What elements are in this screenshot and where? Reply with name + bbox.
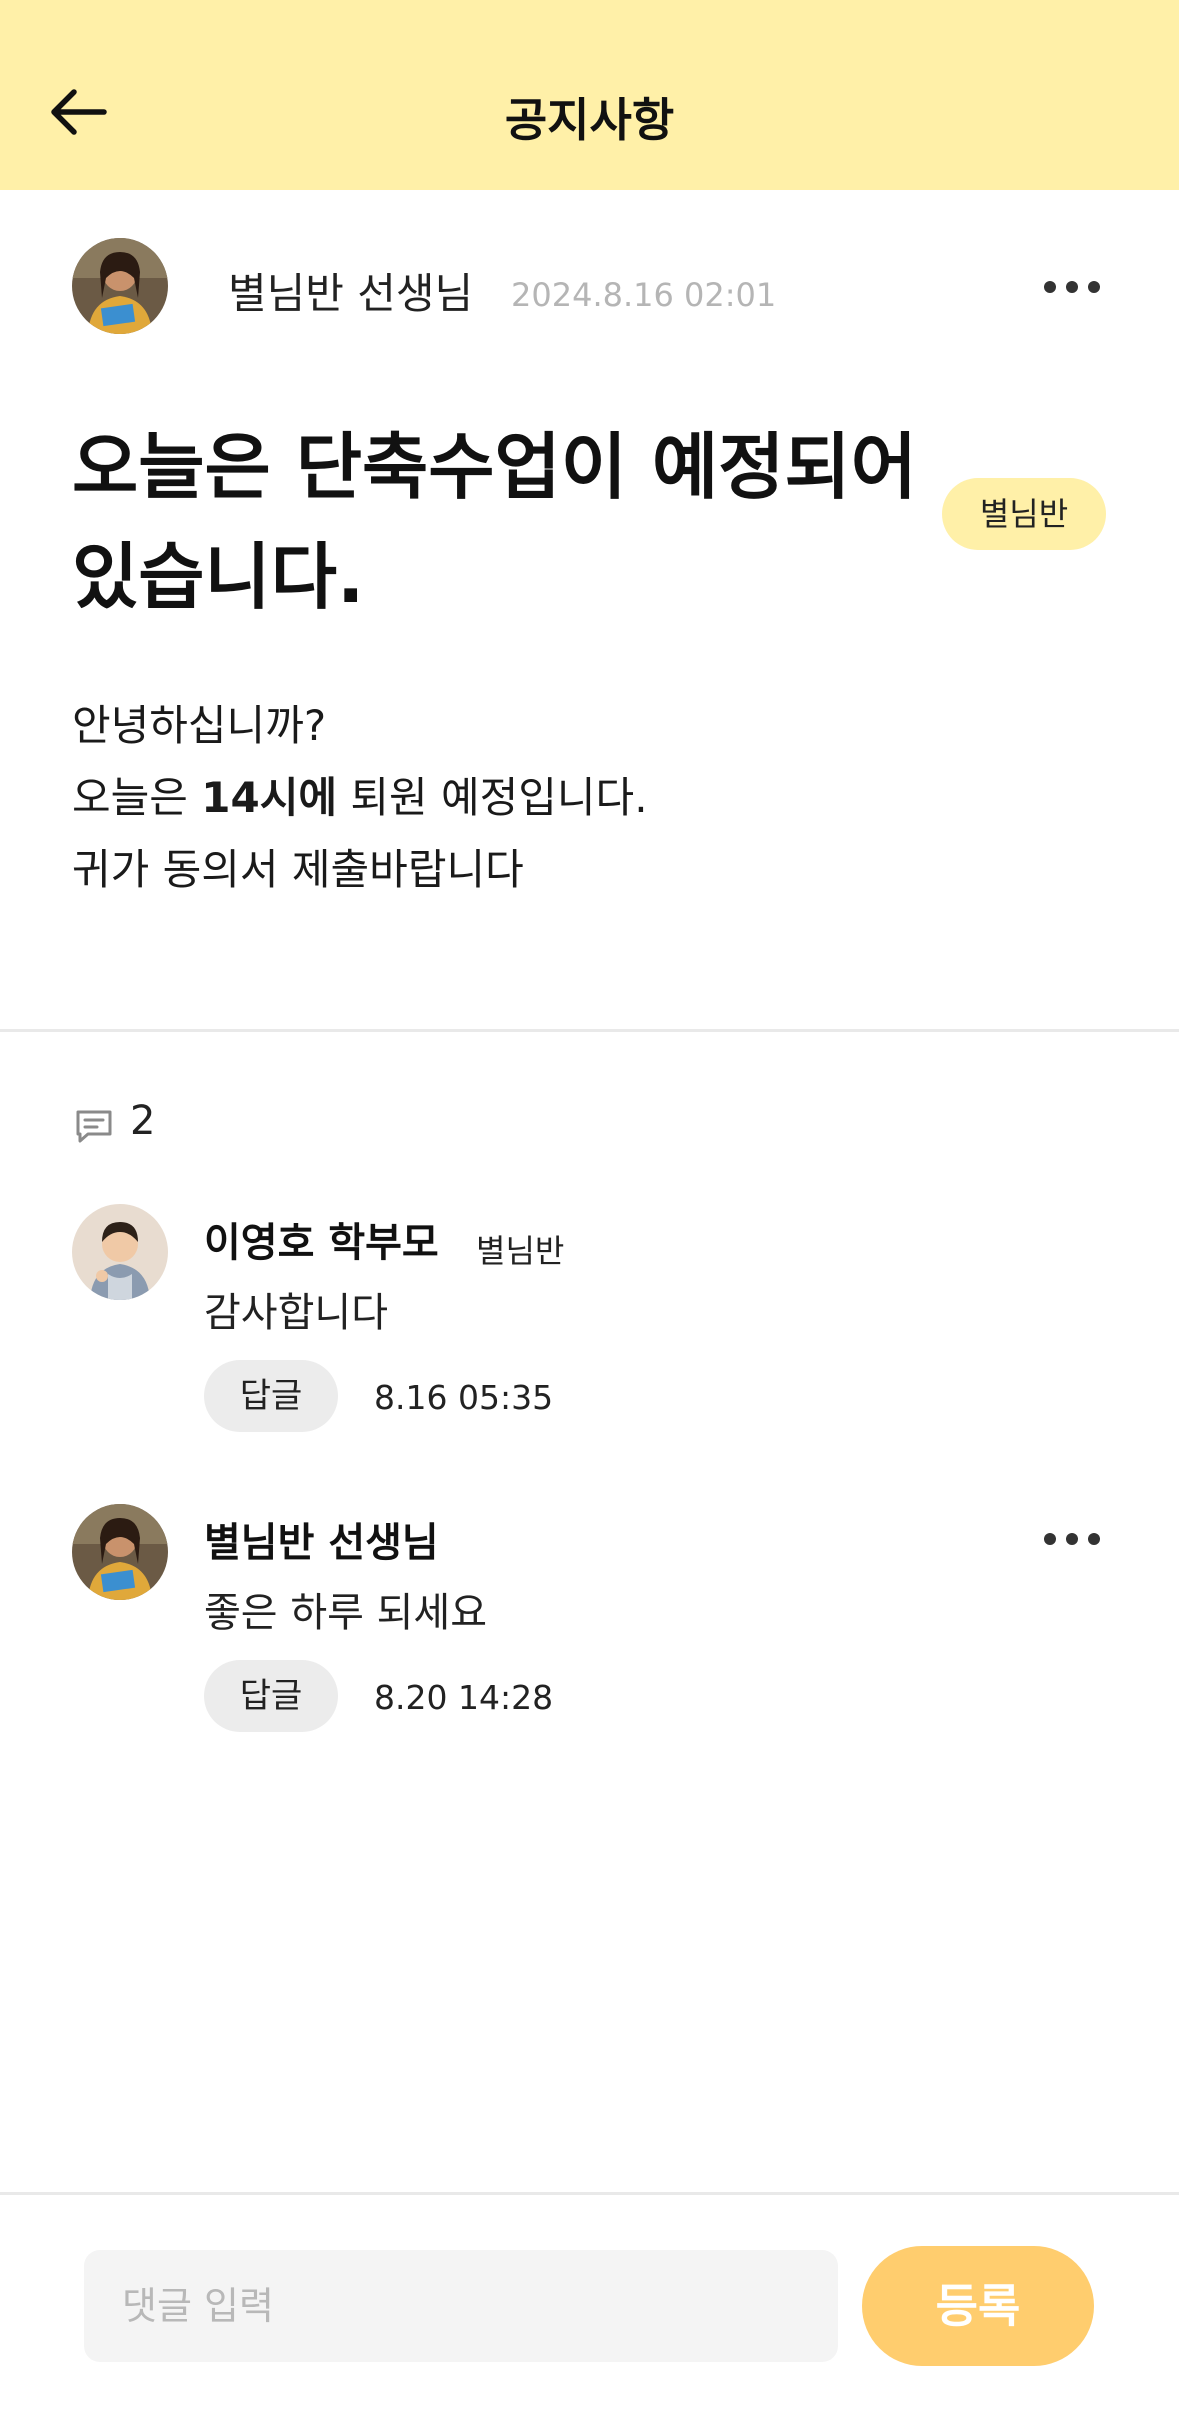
author-name: 별님반 선생님 xyxy=(228,269,474,318)
more-horizontal-icon xyxy=(1044,1533,1100,1545)
comment-count: 2 xyxy=(130,1098,156,1144)
commenter-name: 이영호 학부모 xyxy=(204,1220,439,1266)
post-body-line3: 귀가 동의서 제출바랍니다 xyxy=(72,845,524,894)
commenter-avatar[interactable] xyxy=(72,1204,168,1300)
post-body-line2-prefix: 오늘은 xyxy=(72,773,202,822)
app-header: 공지사항 xyxy=(0,0,1179,190)
comment-time: 8.20 14:28 xyxy=(374,1678,554,1717)
comment-text: 감사합니다 xyxy=(204,1290,388,1336)
reply-button[interactable]: 답글 xyxy=(204,1360,338,1432)
comment-icon xyxy=(74,1108,114,1144)
comment-more-button[interactable] xyxy=(1042,1524,1102,1554)
section-divider xyxy=(0,1029,1179,1032)
page-title: 공지사항 xyxy=(504,93,675,147)
commenter-name: 별님반 선생님 xyxy=(204,1520,439,1566)
comment-text: 좋은 하루 되세요 xyxy=(204,1590,488,1636)
post-body: 안녕하십니까? 오늘은 14시에 퇴원 예정입니다. 귀가 동의서 제출바랍니다 xyxy=(72,690,1072,906)
post-title: 오늘은 단축수업이 예정되어 있습니다. xyxy=(72,412,952,632)
comment-time: 8.16 05:35 xyxy=(374,1378,554,1417)
post-date: 2024.8.16 02:01 xyxy=(511,276,777,314)
author-avatar[interactable] xyxy=(72,238,168,334)
post-more-button[interactable] xyxy=(1042,272,1102,302)
post-title-line2: 있습니다. xyxy=(72,535,365,619)
post-body-line2: 오늘은 14시에 퇴원 예정입니다. xyxy=(72,762,1072,834)
post-body-line2-bold: 14시에 xyxy=(201,773,338,822)
submit-button[interactable]: 등록 xyxy=(862,2246,1094,2366)
input-divider xyxy=(0,2192,1179,2195)
class-badge: 별님반 xyxy=(942,478,1106,550)
post-body-line1: 안녕하십니까? xyxy=(72,701,327,750)
commenter-class: 별님반 xyxy=(476,1232,565,1270)
post-body-line2-suffix: 퇴원 예정입니다. xyxy=(337,773,648,822)
more-horizontal-icon xyxy=(1044,281,1100,293)
reply-button[interactable]: 답글 xyxy=(204,1660,338,1732)
commenter-avatar[interactable] xyxy=(72,1504,168,1600)
notice-detail-page: 공지사항 별님반 선생님 2024.8.16 02:01 오늘은 단축수업이 예… xyxy=(0,0,1179,2414)
comment-input[interactable] xyxy=(84,2250,838,2362)
post-title-line1: 오늘은 단축수업이 예정되어 xyxy=(72,425,918,509)
